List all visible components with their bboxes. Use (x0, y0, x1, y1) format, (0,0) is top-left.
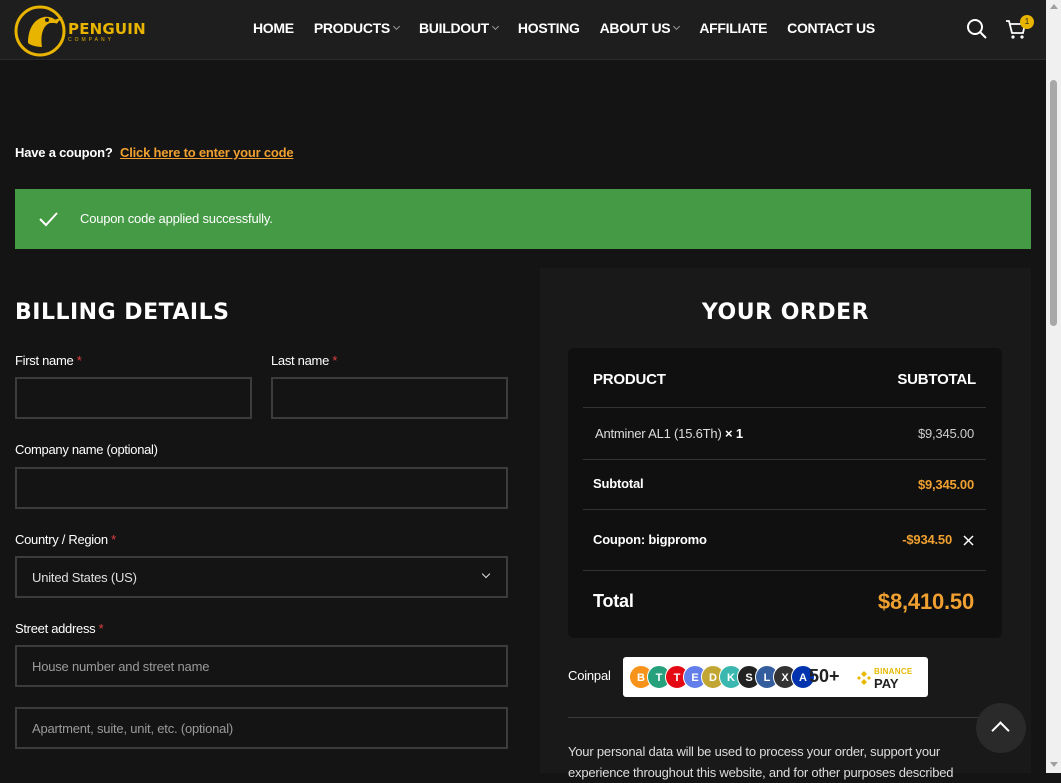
main-nav: HOME PRODUCTS BUILDOUT HOSTING ABOUT US … (253, 20, 895, 36)
nav-about-us[interactable]: ABOUT US (599, 20, 681, 36)
required-mark: * (111, 532, 116, 547)
nav-about-label: ABOUT US (599, 20, 671, 36)
binance-icon (857, 671, 871, 685)
nav-hosting-label: HOSTING (517, 20, 580, 36)
required-mark: * (332, 353, 338, 368)
street-label-text: Street address (15, 621, 96, 636)
required-mark: * (98, 621, 104, 636)
brand-name: PENGUIN (68, 19, 146, 38)
last-name-label: Last name * (271, 353, 337, 368)
order-table-header: PRODUCT SUBTOTAL (583, 348, 986, 408)
street-address-field[interactable]: House number and street name (15, 645, 508, 687)
street-address-2-placeholder: Apartment, suite, unit, etc. (optional) (32, 720, 234, 736)
street-address-label: Street address * (15, 621, 104, 636)
chevron-down-icon (491, 22, 499, 31)
nav-home[interactable]: HOME (253, 20, 294, 36)
notice-message: Coupon code applied successfully. (80, 211, 273, 226)
country-label-text: Country / Region (15, 532, 108, 547)
billing-details-heading: BILLING DETAILS (15, 300, 230, 325)
scrollbar-thumb[interactable] (1050, 80, 1057, 326)
coupon-label: Coupon: bigpromo (593, 532, 707, 547)
required-mark: * (76, 353, 82, 368)
order-item-row: Antminer AL1 (15.6Th) × 1 $9,345.00 (583, 408, 986, 460)
coinpal-crypto-badge: B T T E D K S L X A 50+ BINANCE PAY (623, 657, 928, 697)
pay-text: PAY (874, 676, 899, 691)
nav-home-label: HOME (253, 20, 294, 36)
order-table: PRODUCT SUBTOTAL Antminer AL1 (15.6Th) ×… (568, 348, 1002, 638)
brand-logo[interactable]: PENGUIN COMPANY (14, 5, 146, 57)
chevron-down-icon (481, 569, 491, 579)
chevron-up-icon (991, 721, 1010, 740)
item-quantity: × 1 (725, 426, 743, 441)
coupon-prompt: Have a coupon? (15, 145, 113, 160)
nav-products[interactable]: PRODUCTS (313, 20, 401, 36)
back-to-top-button[interactable] (976, 703, 1026, 753)
scroll-down-arrow-icon[interactable] (1050, 762, 1058, 767)
privacy-notice-text: Your personal data will be used to proce… (568, 744, 954, 780)
street-address-2-field[interactable]: Apartment, suite, unit, etc. (optional) (15, 707, 508, 749)
more-coins-count: 50+ (809, 666, 840, 686)
col-subtotal-header: SUBTOTAL (897, 371, 976, 388)
enter-coupon-link[interactable]: Click here to enter your code (120, 145, 294, 160)
chevron-down-icon (392, 22, 401, 31)
coinpal-payment-label[interactable]: Coinpal (568, 668, 611, 683)
page-scrollbar[interactable] (1046, 0, 1061, 773)
item-name: Antminer AL1 (15.6Th) (595, 426, 722, 441)
nav-contact-us[interactable]: CONTACT US (787, 20, 875, 36)
coupon-prompt-line: Have a coupon? Click here to enter your … (15, 145, 294, 160)
col-product-header: PRODUCT (593, 371, 666, 388)
last-name-field[interactable] (271, 377, 508, 419)
nav-hosting[interactable]: HOSTING (518, 20, 580, 36)
subtotal-row: Subtotal $9,345.00 (583, 460, 986, 510)
coupon-row: Coupon: bigpromo -$934.50 (583, 510, 986, 571)
total-label: Total (593, 591, 634, 611)
search-icon[interactable] (966, 18, 988, 40)
checkmark-icon (39, 212, 58, 227)
success-notice: Coupon code applied successfully. (15, 189, 1031, 249)
nav-affiliate[interactable]: AFFILIATE (699, 20, 767, 36)
subtotal-value: $9,345.00 (917, 477, 974, 492)
total-row: Total $8,410.50 (583, 571, 986, 631)
company-name-field[interactable] (15, 467, 508, 509)
nav-products-label: PRODUCTS (313, 20, 390, 36)
first-name-label-text: First name (15, 353, 74, 368)
first-name-label: First name * (15, 353, 82, 368)
country-selected-value: United States (US) (32, 569, 137, 585)
nav-contact-label: CONTACT US (787, 20, 875, 36)
last-name-label-text: Last name (271, 353, 330, 368)
nav-affiliate-label: AFFILIATE (699, 20, 768, 36)
remove-coupon-icon[interactable] (963, 535, 974, 546)
country-label: Country / Region * (15, 532, 116, 547)
nav-buildout-label: BUILDOUT (418, 20, 489, 36)
your-order-heading: YOUR ORDER (701, 300, 870, 325)
coupon-discount-value: -$934.50 (902, 532, 952, 547)
country-select[interactable]: United States (US) (15, 556, 508, 598)
company-label: Company name (optional) (15, 442, 158, 457)
subtotal-label: Subtotal (593, 476, 644, 491)
street-address-placeholder: House number and street name (32, 658, 210, 674)
scroll-up-arrow-icon[interactable] (1050, 4, 1058, 9)
cart-count-badge: 1 (1020, 15, 1034, 29)
order-item-name: Antminer AL1 (15.6Th) × 1 (595, 426, 743, 441)
first-name-field[interactable] (15, 377, 252, 419)
chevron-down-icon (673, 22, 681, 31)
penguin-logo-icon (14, 5, 66, 57)
total-value: $8,410.50 (877, 589, 974, 614)
binance-text: BINANCE (874, 667, 913, 676)
nav-buildout[interactable]: BUILDOUT (418, 20, 499, 36)
order-item-price: $9,345.00 (917, 426, 974, 441)
site-header: PENGUIN COMPANY HOME PRODUCTS BUILDOUT H… (0, 0, 1046, 60)
order-review-panel: YOUR ORDER PRODUCT SUBTOTAL Antminer AL1… (540, 268, 1031, 773)
section-divider (568, 717, 1008, 718)
